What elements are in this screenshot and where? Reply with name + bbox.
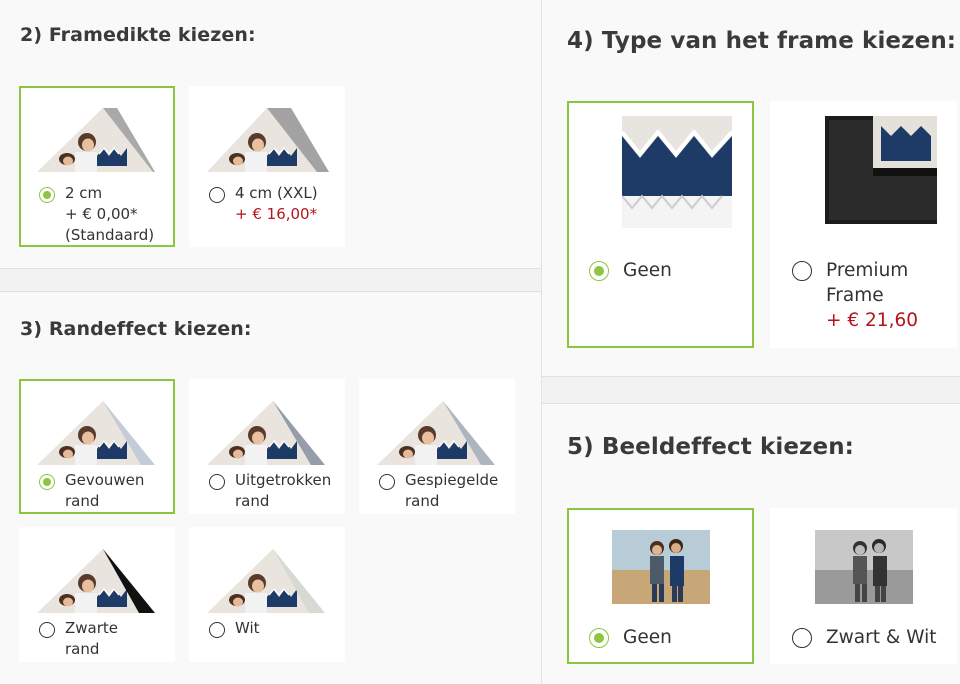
option-zwart-wit[interactable]: Zwart & Wit [770, 508, 957, 664]
option-gevouwen-rand[interactable]: Gevouwen rand [19, 379, 175, 514]
edge-stretched-preview [207, 401, 325, 465]
option-2cm[interactable]: 2 cm + € 0,00* (Standaard) [19, 86, 175, 247]
radio-frame-geen[interactable] [589, 261, 609, 281]
option-gespiegelde-label: Gespiegelde rand [405, 471, 499, 510]
divider [0, 268, 541, 292]
option-frame-geen-label: Geen [623, 260, 672, 281]
frame-type-section: 4) Type van het frame kiezen: Geen Premi… [542, 0, 960, 376]
price-premium-frame: + € 21,60 [826, 310, 918, 331]
option-4cm-xxl[interactable]: 4 cm (XXL) + € 16,00* [189, 86, 345, 247]
option-zwarte-rand[interactable]: Zwarte rand [19, 527, 175, 662]
option-uitgetrokken-rand[interactable]: Uitgetrokken rand [189, 379, 345, 514]
option-uitgetrokken-label: Uitgetrokken rand [235, 471, 332, 510]
radio-2cm[interactable] [39, 187, 55, 203]
right-column: 4) Type van het frame kiezen: Geen Premi… [541, 0, 960, 684]
option-zwart-wit-label: Zwart & Wit [826, 627, 937, 648]
option-2cm-label: 2 cm + € 0,00* (Standaard) [65, 184, 155, 244]
radio-uitgetrokken[interactable] [209, 474, 225, 490]
left-column: 2) Framedikte kiezen: 2 cm + € 0,00* (St… [0, 0, 541, 684]
radio-zwarte[interactable] [39, 622, 55, 638]
frame-thickness-section: 2) Framedikte kiezen: 2 cm + € 0,00* (St… [0, 0, 541, 268]
image-effect-title: 5) Beeldeffect kiezen: [567, 434, 854, 460]
thickness-2cm-preview [37, 108, 155, 172]
option-effect-geen-label: Geen [623, 627, 672, 648]
option-premium-frame[interactable]: Premium Frame + € 21,60 [770, 101, 957, 348]
option-premium-frame-label: Premium Frame + € 21,60 [826, 260, 918, 331]
radio-gevouwen[interactable] [39, 474, 55, 490]
image-effect-section: 5) Beeldeffect kiezen: Geen Zwart & Wit [542, 404, 960, 684]
premium-frame-preview [825, 116, 937, 226]
edge-effect-title: 3) Randeffect kiezen: [20, 318, 252, 340]
no-frame-preview [622, 116, 732, 228]
frame-type-title: 4) Type van het frame kiezen: [567, 28, 957, 54]
edge-effect-section: 3) Randeffect kiezen: Gevouwen rand Uitg… [0, 293, 541, 684]
radio-wit[interactable] [209, 622, 225, 638]
bw-effect-preview [815, 530, 913, 604]
option-gespiegelde-rand[interactable]: Gespiegelde rand [359, 379, 515, 514]
radio-premium-frame[interactable] [792, 261, 812, 281]
radio-zwart-wit[interactable] [792, 628, 812, 648]
edge-white-preview [207, 549, 325, 613]
option-gevouwen-label: Gevouwen rand [65, 471, 145, 510]
frame-thickness-title: 2) Framedikte kiezen: [20, 24, 256, 46]
option-4cm-label: 4 cm (XXL) + € 16,00* [235, 184, 318, 223]
divider [542, 376, 960, 404]
color-effect-preview [612, 530, 710, 604]
thickness-4cm-preview [207, 108, 329, 172]
option-wit-label: Wit [235, 619, 260, 637]
edge-mirrored-preview [377, 401, 495, 465]
edge-folded-preview [37, 401, 155, 465]
price-4cm: + € 16,00* [235, 205, 318, 223]
option-effect-geen[interactable]: Geen [567, 508, 754, 664]
radio-4cm-xxl[interactable] [209, 187, 225, 203]
edge-black-preview [37, 549, 155, 613]
option-wit-rand[interactable]: Wit [189, 527, 345, 662]
option-zwarte-label: Zwarte rand [65, 619, 119, 658]
radio-effect-geen[interactable] [589, 628, 609, 648]
option-frame-geen[interactable]: Geen [567, 101, 754, 348]
radio-gespiegelde[interactable] [379, 474, 395, 490]
